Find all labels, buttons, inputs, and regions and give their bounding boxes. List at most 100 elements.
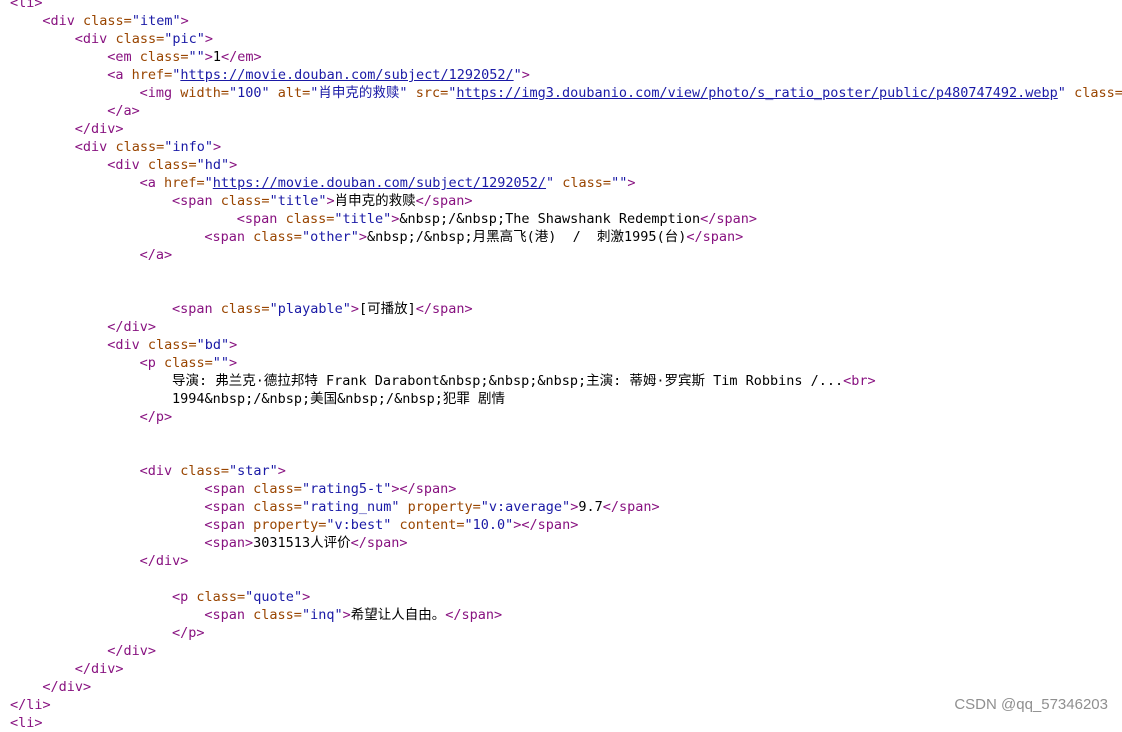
html-tag-token: </li>: [10, 697, 51, 713]
attribute-value-token: ": [1057, 85, 1066, 101]
html-tag-token: >: [358, 229, 367, 245]
attribute-value-token: "info": [164, 139, 213, 155]
code-line: <span class="playable">[可播放]</span>: [0, 300, 1122, 318]
html-tag-token: <div: [42, 13, 84, 29]
html-tag-token: <div: [139, 463, 181, 479]
text-content-token: 9.7: [578, 499, 603, 515]
attribute-value-token: "other": [301, 229, 359, 245]
code-line: <span class="title">&nbsp;/&nbsp;The Sha…: [0, 210, 1122, 228]
attribute-value-token: "item": [131, 13, 181, 29]
text-content-token: 导演: 弗兰克·德拉邦特 Frank Darabont&nbsp;&nbsp;&…: [172, 373, 844, 389]
code-line: </div>: [0, 678, 1122, 696]
csdn-watermark: CSDN @qq_57346203: [954, 696, 1108, 713]
code-line: 1994&nbsp;/&nbsp;美国&nbsp;/&nbsp;犯罪 剧情: [0, 390, 1122, 408]
attribute-name-token: class=: [1065, 85, 1122, 101]
attribute-name-token: class=: [83, 13, 132, 29]
html-tag-token: <span: [204, 229, 254, 245]
html-tag-token: <em: [107, 49, 140, 65]
attribute-name-token: class=: [147, 337, 197, 353]
html-tag-token: </div>: [139, 553, 189, 569]
html-tag-token: <span: [204, 499, 254, 515]
html-tag-token: >: [350, 301, 359, 317]
attribute-value-token: "star": [229, 463, 278, 479]
html-tag-token: </div>: [74, 121, 124, 137]
html-tag-token: </a>: [139, 247, 173, 263]
attribute-name-token: class=: [196, 589, 246, 605]
code-line: </a>: [0, 102, 1122, 120]
text-content-token: 3031513人评价: [253, 535, 351, 551]
code-line: </div>: [0, 120, 1122, 138]
attribute-value-token: "bd": [196, 337, 230, 353]
html-tag-token: </span>: [350, 535, 408, 551]
text-content-token: [可播放]: [358, 301, 416, 317]
code-line: </div>: [0, 660, 1122, 678]
url-link[interactable]: https://img3.doubanio.com/view/photo/s_r…: [456, 85, 1057, 101]
html-tag-token: <li>: [10, 0, 43, 11]
html-tag-token: <span: [204, 481, 254, 497]
code-line: </p>: [0, 624, 1122, 642]
html-tag-token: <br>: [843, 373, 876, 389]
attribute-name-token: class=: [147, 157, 197, 173]
attribute-name-token: class=: [554, 175, 612, 191]
attribute-value-token: "title": [334, 211, 392, 227]
html-tag-token: >: [213, 139, 222, 155]
code-line: <img width="100" alt="肖申克的救赎" src= "https…: [0, 84, 1122, 102]
html-tag-token: </span>: [415, 193, 473, 209]
code-line: </div>: [0, 318, 1122, 336]
html-tag-token: <span: [236, 211, 286, 227]
code-line: <li>: [0, 0, 1122, 12]
html-tag-token: </div>: [42, 679, 92, 695]
attribute-value-token: ": [546, 175, 555, 191]
code-line: <a href="https://movie.douban.com/subjec…: [0, 174, 1122, 192]
attribute-value-token: "肖申克的救赎": [310, 85, 408, 101]
text-content-token: 1: [212, 49, 222, 65]
attribute-name-token: href=: [131, 67, 173, 83]
html-tag-token: </p>: [139, 409, 173, 425]
code-line: <p class="quote">: [0, 588, 1122, 606]
code-line: <div class="info">: [0, 138, 1122, 156]
attribute-value-token: "title": [269, 193, 327, 209]
url-link[interactable]: https://movie.douban.com/subject/1292052…: [213, 175, 546, 191]
code-line: <a href="https://movie.douban.com/subjec…: [0, 66, 1122, 84]
code-line: </div>: [0, 642, 1122, 660]
attribute-value-token: "quote": [245, 589, 303, 605]
html-tag-token: </a>: [107, 103, 140, 119]
attribute-name-token: href=: [163, 175, 205, 191]
attribute-value-token: "rating_num": [301, 499, 400, 515]
text-content-token: 希望让人自由。: [350, 607, 446, 623]
html-tag-token: <span: [204, 607, 254, 623]
attribute-value-token: ": [204, 175, 213, 191]
attribute-value-token: "": [188, 49, 205, 65]
html-tag-token: >: [627, 175, 636, 191]
url-link[interactable]: https://movie.douban.com/subject/1292052…: [180, 67, 513, 83]
attribute-name-token: class=: [220, 193, 270, 209]
attribute-value-token: "hd": [196, 157, 230, 173]
attribute-value-token: "playable": [269, 301, 351, 317]
html-tag-token: <p: [139, 355, 164, 371]
code-line: </div>: [0, 552, 1122, 570]
html-tag-token: <span: [204, 517, 254, 533]
attribute-name-token: class=: [285, 211, 335, 227]
html-tag-token: </div>: [74, 661, 124, 677]
html-tag-token: <a: [139, 175, 164, 191]
attribute-name-token: class=: [163, 355, 213, 371]
html-tag-token: <img: [139, 85, 181, 101]
html-tag-token: >: [342, 607, 351, 623]
html-tag-token: >: [277, 463, 286, 479]
html-tag-token: >: [180, 13, 189, 29]
html-tag-token: </em>: [221, 49, 262, 65]
html-tag-token: >: [204, 31, 213, 47]
html-tag-token: >: [204, 49, 213, 65]
attribute-name-token: content=: [391, 517, 465, 533]
code-line: <em class="">1</em>: [0, 48, 1122, 66]
html-tag-token: ></span>: [513, 517, 579, 533]
code-line: <span class="rating_num" property="v:ave…: [0, 498, 1122, 516]
code-line: <span property="v:best" content="10.0"><…: [0, 516, 1122, 534]
html-tag-token: <span>: [204, 535, 254, 551]
html-tag-token: </span>: [700, 211, 758, 227]
html-tag-token: </span>: [602, 499, 660, 515]
